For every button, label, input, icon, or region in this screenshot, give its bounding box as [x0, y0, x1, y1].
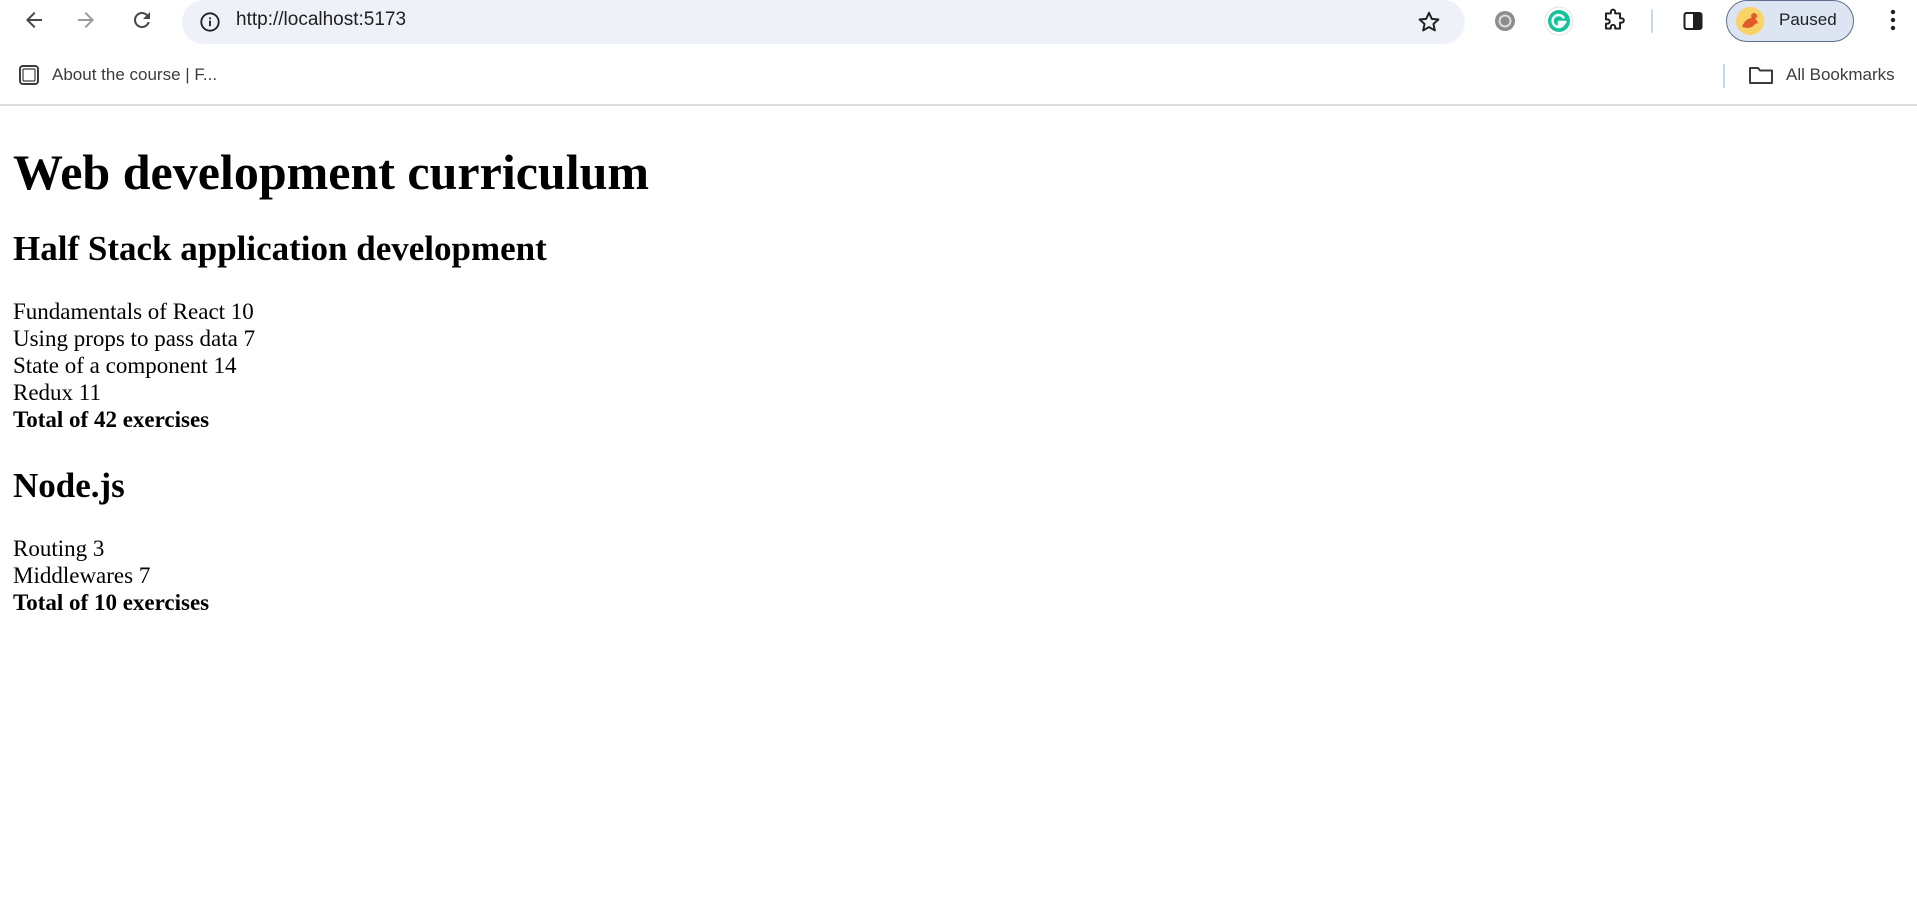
arrow-left-icon — [26, 12, 42, 28]
browser-chrome-divider — [0, 104, 1917, 106]
bookmarks-divider — [1723, 64, 1725, 88]
bookmark-star-icon[interactable] — [1415, 8, 1443, 36]
course-title: Node.js — [13, 466, 125, 505]
bookmarks-bar: About the course | F... All Bookmarks — [0, 56, 1917, 92]
course-section: Node.js Routing 3 Middlewares 7 Total of… — [13, 465, 1903, 616]
side-panel-icon[interactable] — [1676, 4, 1710, 38]
address-bar[interactable]: http://localhost:5173 — [182, 0, 1465, 44]
course-part: Routing 3 — [13, 536, 105, 561]
course-parts: Fundamentals of React 10 Using props to … — [13, 298, 1903, 433]
toolbar-divider — [1651, 9, 1653, 33]
course-part: Middlewares 7 — [13, 563, 151, 588]
course-total: Total of 42 exercises — [13, 407, 210, 432]
folder-icon — [1749, 67, 1773, 84]
all-bookmarks-label: All Bookmarks — [1786, 65, 1895, 84]
reload-icon — [133, 11, 150, 28]
bookmark-item[interactable]: About the course | F... — [18, 62, 217, 88]
forward-button[interactable] — [68, 2, 104, 38]
all-bookmarks-button[interactable]: All Bookmarks — [1748, 62, 1895, 88]
course-title: Half Stack application development — [13, 229, 547, 268]
course-part: Redux 11 — [13, 380, 101, 405]
browser-menu-button[interactable] — [1876, 2, 1910, 38]
course-part: State of a component 14 — [13, 353, 237, 378]
bookmark-label: About the course | F... — [52, 65, 218, 84]
url-text[interactable]: http://localhost:5173 — [236, 9, 406, 31]
profile-button[interactable]: Paused — [1726, 0, 1854, 42]
course-section: Half Stack application development Funda… — [13, 228, 1903, 433]
back-button[interactable] — [16, 2, 52, 38]
page-icon — [19, 65, 39, 85]
site-info-icon[interactable] — [196, 8, 224, 36]
arrow-right-icon — [78, 12, 94, 28]
course-part: Fundamentals of React 10 — [13, 299, 254, 324]
kebab-menu-icon — [1890, 9, 1896, 31]
avatar — [1736, 7, 1764, 35]
browser-toolbar: http://localhost:5173 Paused — [0, 0, 1917, 44]
page-title: Web development curriculum — [13, 144, 650, 200]
course-part: Using props to pass data 7 — [13, 326, 256, 351]
page-content: Web development curriculum Half Stack ap… — [13, 107, 1903, 616]
extensions-puzzle-icon[interactable] — [1596, 4, 1630, 38]
grammarly-icon[interactable] — [1542, 4, 1576, 38]
course-total: Total of 10 exercises — [13, 590, 210, 615]
reload-button[interactable] — [124, 2, 160, 38]
course-parts: Routing 3 Middlewares 7 Total of 10 exer… — [13, 535, 1903, 616]
extension-gray-icon[interactable] — [1488, 4, 1522, 38]
profile-status-label: Paused — [1779, 10, 1837, 29]
